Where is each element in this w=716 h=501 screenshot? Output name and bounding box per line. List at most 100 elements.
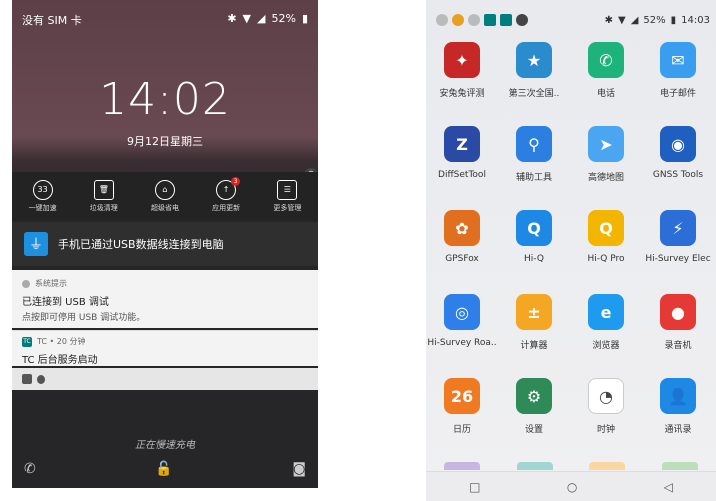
app-drawer-screen: ✱ ▼ ◢ 52% ▮ 14:03 ✦ 安兔兔评测 ★ 第三次全国.. ✆ 电话 ✉ 电子邮件… — [426, 0, 716, 501]
app-hisurvey-elec[interactable]: ⚡ Hi-Survey Elec — [642, 210, 714, 294]
update-icon: ↑ 3 — [216, 176, 241, 200]
notification-header: TC TC • 20 分钟 — [22, 336, 308, 347]
lock-clock: 14:02 — [99, 74, 231, 125]
hiq-icon: Q — [516, 210, 552, 246]
antutu-icon: ✦ — [444, 42, 480, 78]
calculator-icon: ± — [516, 294, 552, 330]
app-label: 设置 — [524, 425, 543, 435]
camera-icon[interactable]: ◙ — [292, 461, 306, 477]
app-hiq[interactable]: Q Hi-Q — [498, 210, 570, 294]
app-settings[interactable]: ⚙ 设置 — [498, 378, 570, 462]
app-label: Hi-Q Pro — [587, 254, 625, 264]
quick-actions-bar: 33 一键加速 🗑 垃圾清理 ⌂ 超级省电 ↑ 3 应用更新 ☰ 更多管理 — [12, 172, 318, 220]
assist-tool-icon: ⚲ — [516, 126, 552, 162]
tc-notification[interactable]: TC TC • 20 分钟 TC 后台服务启动 — [12, 330, 318, 366]
app-antutu[interactable]: ✦ 安兔兔评测 — [426, 42, 498, 126]
tc-app-icon: TC — [22, 336, 32, 347]
recent-apps-button[interactable]: □ — [469, 480, 480, 494]
wifi-icon: ▼ — [242, 12, 252, 25]
battery-percent: 52% — [643, 14, 666, 26]
amap-icon: ➤ — [588, 126, 624, 162]
quick-action-speedup[interactable]: 33 一键加速 — [15, 179, 71, 213]
app-clock[interactable]: ◔ 时钟 — [570, 378, 642, 462]
update-badge: 3 — [231, 176, 241, 186]
notification-header: 系统提示 — [22, 278, 308, 289]
app-gnss-tools[interactable]: ◉ GNSS Tools — [642, 126, 714, 210]
quick-action-update[interactable]: ↑ 3 应用更新 — [198, 176, 254, 213]
app-browser[interactable]: e 浏览器 — [570, 294, 642, 378]
email-icon: ✉ — [660, 42, 696, 78]
app-calculator[interactable]: ± 计算器 — [498, 294, 570, 378]
app-label: 安兔兔评测 — [439, 89, 485, 99]
quick-action-label: 一键加速 — [28, 203, 57, 212]
usb-notification[interactable]: ⏚ 手机已通过USB数据线连接到电脑 — [12, 222, 318, 266]
system-icon — [22, 279, 30, 288]
app-gpsfox[interactable]: ✿ GPSFox — [426, 210, 498, 294]
dock-app-peek — [516, 462, 553, 470]
gpsfox-icon: ✿ — [444, 210, 480, 246]
app-label: 录音机 — [664, 341, 692, 351]
hisurvey-elec-icon: ⚡ — [660, 210, 696, 246]
status-bar-right: ✱ ▼ ◢ 52% ▮ 14:03 — [436, 12, 710, 28]
carrier-text: 没有 SIM 卡 — [22, 14, 82, 27]
screenshot-root: 没有 SIM 卡 ✱ ▼ ◢ 52% ▮ 14:02 9月12日星期三 ⚙ 33… — [0, 0, 716, 501]
apple-icon — [37, 374, 45, 384]
recorder-icon: ● — [660, 294, 696, 330]
app-phone[interactable]: ✆ 电话 — [570, 42, 642, 126]
notification-app-name: 系统提示 — [35, 279, 67, 288]
signal-icon: ◢ — [257, 12, 266, 25]
dock-app-peek — [589, 462, 626, 470]
trash-icon: 🗑 — [93, 179, 114, 200]
settings-icon: ⚙ — [516, 378, 552, 414]
dot-icon — [436, 14, 448, 26]
app-label: 时钟 — [596, 425, 615, 435]
app-contacts[interactable]: 👤 通讯录 — [642, 378, 714, 462]
more-manage-icon: ☰ — [277, 179, 298, 200]
usb-notification-text: 手机已通过USB数据线连接到电脑 — [58, 238, 224, 251]
lock-bottom-bar: ✆ 🔓 ◙ — [24, 460, 306, 478]
usb-debug-notification[interactable]: 系统提示 已连接到 USB 调试 点按即可停用 USB 调试功能。 — [12, 270, 318, 328]
hiq-pro-icon: Q — [588, 210, 624, 246]
census-icon: ★ — [516, 42, 552, 78]
app-label: GNSS Tools — [652, 170, 704, 180]
app-label: 第三次全国.. — [508, 89, 560, 99]
usb-icon: ⏚ — [24, 232, 48, 256]
app-hisurvey-road[interactable]: ◎ Hi-Survey Roa.. — [426, 294, 498, 378]
signal-icon: ◢ — [630, 14, 639, 26]
app-assist-tool[interactable]: ⚲ 辅助工具 — [498, 126, 570, 210]
collapsed-notifications[interactable] — [12, 368, 318, 390]
lock-screen: 没有 SIM 卡 ✱ ▼ ◢ 52% ▮ 14:02 9月12日星期三 ⚙ 33… — [12, 0, 318, 488]
quick-action-clean[interactable]: 🗑 垃圾清理 — [76, 179, 132, 213]
app-diffsettool[interactable]: Z DiffSetTool — [426, 126, 498, 210]
app-icon — [452, 14, 464, 26]
notification-app-meta: TC • 20 分钟 — [37, 337, 86, 346]
dock-peek — [426, 462, 716, 470]
back-button[interactable]: ◁ — [664, 480, 673, 494]
app-calendar[interactable]: 26 日历 — [426, 378, 498, 462]
quick-action-label: 更多管理 — [273, 203, 302, 212]
dock-app-peek — [444, 462, 481, 470]
app-label: 浏览器 — [592, 341, 620, 351]
app-label: 通讯录 — [664, 425, 692, 435]
quick-action-label: 应用更新 — [212, 203, 241, 212]
app-amap[interactable]: ➤ 高德地图 — [570, 126, 642, 210]
quick-action-more[interactable]: ☰ 更多管理 — [259, 179, 315, 213]
clock-icon: ◔ — [588, 378, 624, 414]
status-icons: ✱ ▼ ◢ 52% ▮ — [227, 12, 308, 25]
bluetooth-icon: ✱ — [604, 14, 614, 26]
home-button[interactable]: ○ — [567, 480, 577, 494]
notification-subtitle: 点按即可停用 USB 调试功能。 — [22, 313, 146, 323]
app-email[interactable]: ✉ 电子邮件 — [642, 42, 714, 126]
quick-action-power-save[interactable]: ⌂ 超级省电 — [137, 179, 193, 213]
app-label: 电子邮件 — [659, 89, 696, 99]
app-recorder[interactable]: ● 录音机 — [642, 294, 714, 378]
lock-icon[interactable]: 🔓 — [155, 461, 172, 477]
app-hiq-pro[interactable]: Q Hi-Q Pro — [570, 210, 642, 294]
phone-shortcut-icon[interactable]: ✆ — [24, 461, 36, 477]
app-label: 电话 — [596, 89, 615, 99]
notification-icons — [436, 14, 528, 26]
status-time: 14:03 — [681, 14, 710, 26]
notification-title: 已连接到 USB 调试 — [22, 297, 109, 308]
app-census[interactable]: ★ 第三次全国.. — [498, 42, 570, 126]
status-icons: ✱ ▼ ◢ 52% ▮ 14:03 — [605, 15, 710, 26]
